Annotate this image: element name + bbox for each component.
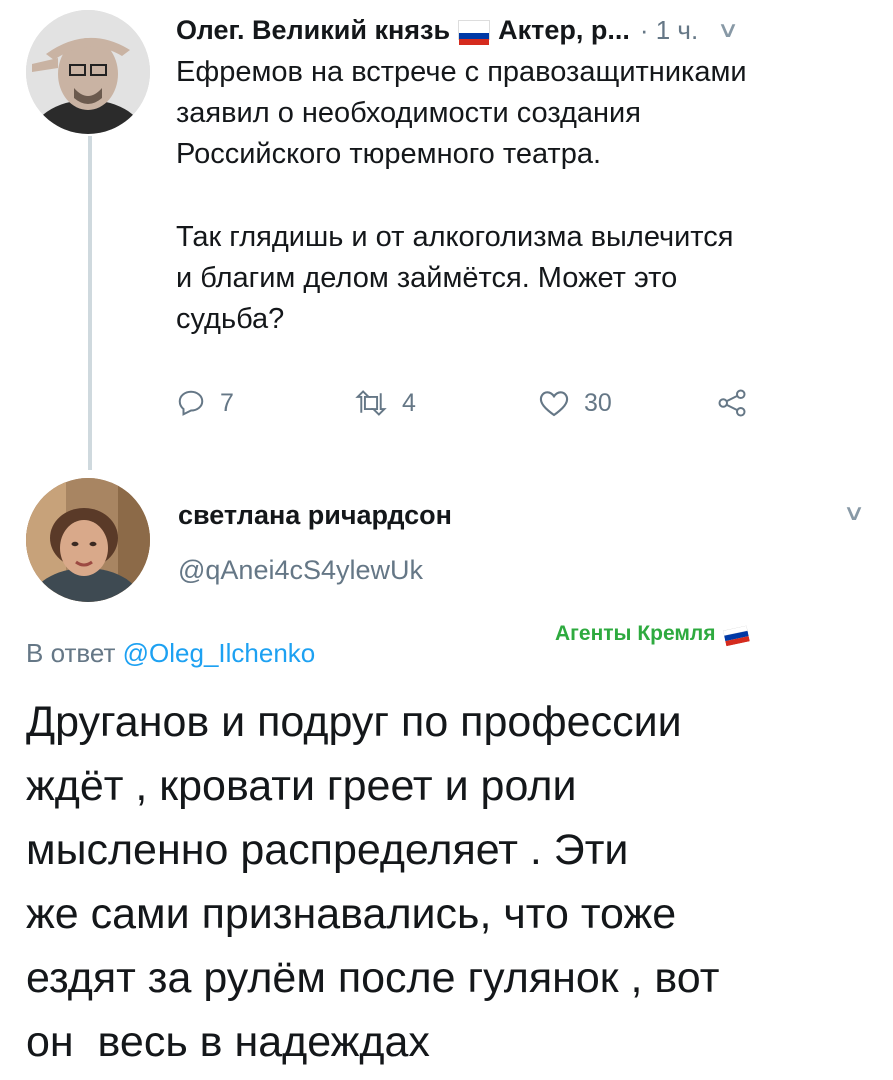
tweet-line: же сами признавались, что тоже <box>26 890 677 938</box>
share-icon <box>718 389 746 417</box>
share-button[interactable] <box>716 388 762 418</box>
avatar[interactable] <box>26 10 150 134</box>
tweet-line: Так глядишь и от алкоголизма вылечится <box>176 221 734 253</box>
retweet-button[interactable]: 4 <box>354 388 416 418</box>
author-name[interactable]: светлана ричардсон <box>178 500 452 531</box>
avatar[interactable] <box>26 478 150 602</box>
author-bio-snippet[interactable]: Актер, р... <box>498 15 630 46</box>
author-handle[interactable]: @qAnei4cS4ylewUk <box>178 555 423 586</box>
tweet-text: Ефремов на встрече с правозащитниками за… <box>176 52 866 340</box>
chevron-down-icon[interactable]: ∨ <box>717 17 740 43</box>
chevron-down-icon[interactable]: ∨ <box>843 500 866 526</box>
tweet-line: судьба? <box>176 303 285 335</box>
tweet-line: и благим делом займётся. Может это <box>176 262 678 294</box>
thread-connector-line <box>88 136 92 470</box>
author-name[interactable]: Олег. Великий князь <box>176 15 450 46</box>
reply-prefix: В ответ <box>26 638 116 668</box>
retweet-icon <box>355 390 387 416</box>
tweet-header: Олег. Великий князь Актер, р... · 1 ч. ∨ <box>176 10 856 50</box>
tweet-line: мысленно распределяет . Эти <box>26 826 629 874</box>
tweet-line: ездят за рулём после гулянок , вот <box>26 954 720 1002</box>
tweet-timestamp[interactable]: · 1 ч. <box>640 15 698 46</box>
watermark: Агенты Кремля <box>555 622 750 647</box>
tweet-line: он весь в надеждах <box>26 1018 430 1066</box>
russian-flag-icon <box>458 20 491 45</box>
russian-flag-icon <box>722 624 750 647</box>
like-count: 30 <box>584 388 612 417</box>
watermark-text: Агенты Кремля <box>555 622 716 645</box>
like-button[interactable]: 30 <box>538 388 612 418</box>
reply-button[interactable]: 7 <box>176 388 234 418</box>
tweet-line: ждёт , кровати греет и роли <box>26 762 577 810</box>
tweet-line: Российского тюремного театра. <box>176 138 602 170</box>
reply-to-link[interactable]: @Oleg_Ilchenko <box>123 638 316 668</box>
tweet-line: заявил о необходимости создания <box>176 97 641 129</box>
heart-icon <box>539 391 569 417</box>
reply-count: 7 <box>220 388 234 417</box>
tweet-line: Друганов и подруг по профессии <box>26 698 682 746</box>
reply-icon <box>178 390 204 416</box>
reply-context: В ответ @Oleg_Ilchenko <box>26 638 315 669</box>
tweet-actions: 7 4 30 <box>176 388 776 428</box>
tweet-text: Друганов и подруг по профессии ждёт , кр… <box>26 690 876 1074</box>
tweet-line: Ефремов на встрече с правозащитниками <box>176 56 747 88</box>
retweet-count: 4 <box>402 388 416 417</box>
